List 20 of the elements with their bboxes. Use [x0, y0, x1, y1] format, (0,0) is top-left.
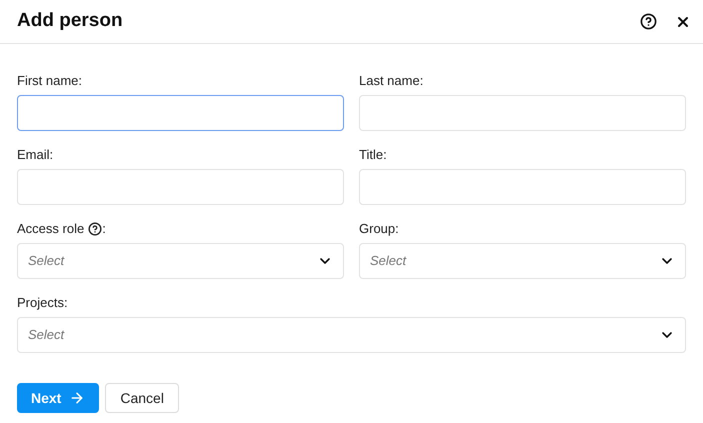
- field-label: Email:: [17, 146, 54, 164]
- select-field[interactable]: Select: [17, 317, 686, 353]
- field-label: Projects:: [17, 294, 68, 312]
- field-label-colon: :: [102, 220, 106, 238]
- select-placeholder: Select: [370, 252, 406, 270]
- help-icon[interactable]: [88, 222, 102, 236]
- select-field[interactable]: Select: [17, 243, 344, 279]
- field-label: Last name:: [359, 72, 424, 90]
- field-label: Access role: [17, 220, 84, 238]
- select-field[interactable]: Select: [359, 243, 686, 279]
- field-label: Group:: [359, 220, 399, 238]
- text-field[interactable]: [17, 95, 344, 131]
- field-label: First name:: [17, 72, 82, 90]
- cancel-button[interactable]: Cancel: [105, 383, 179, 413]
- help-icon[interactable]: [640, 13, 657, 30]
- next-button[interactable]: Next: [17, 383, 100, 413]
- select-placeholder: Select: [28, 252, 64, 270]
- select-placeholder: Select: [28, 326, 64, 344]
- dialog-title: Add person: [17, 9, 123, 34]
- field-label: Title:: [359, 146, 387, 164]
